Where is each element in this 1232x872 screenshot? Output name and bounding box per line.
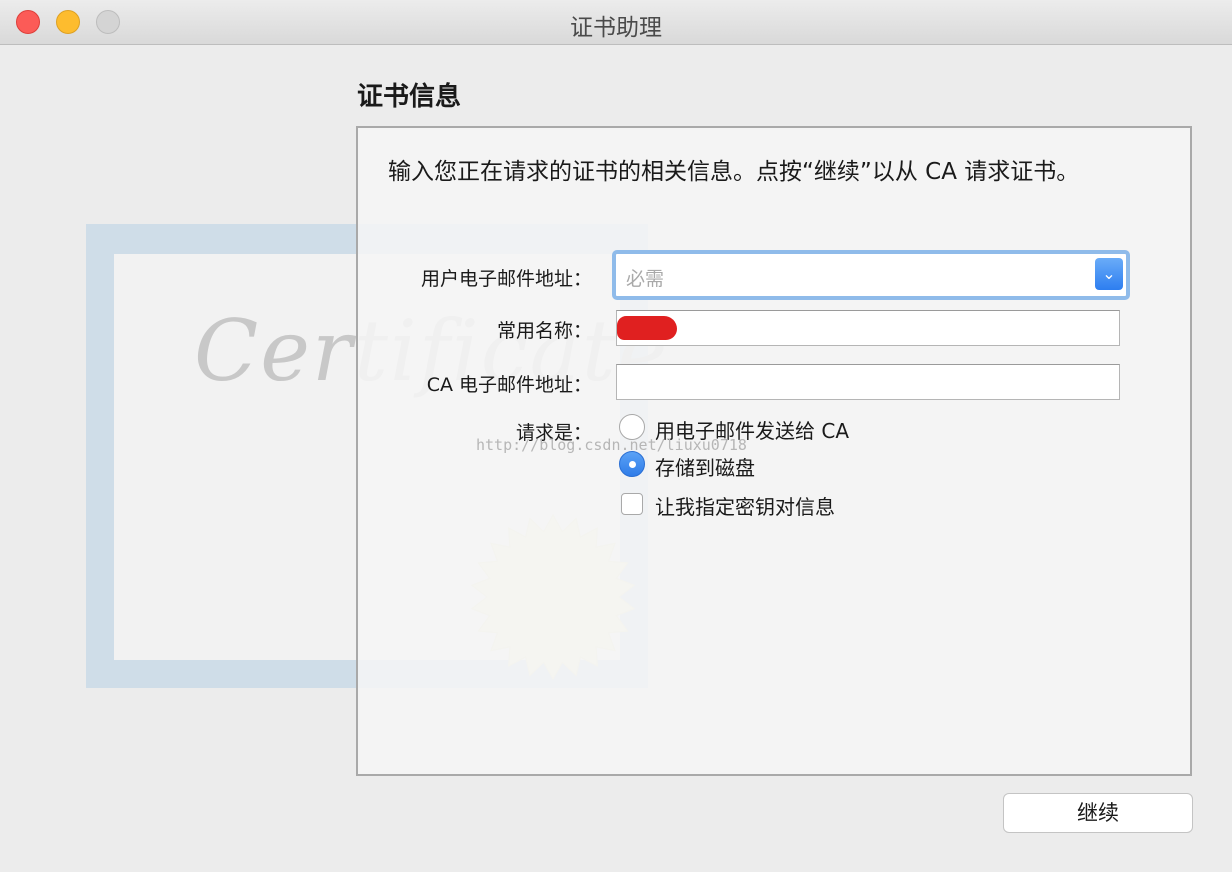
radio-save-disk[interactable] (619, 451, 645, 477)
section-title: 证书信息 (357, 82, 462, 112)
chevron-down-icon[interactable]: ⌄ (1095, 258, 1123, 290)
key-pair-checkbox[interactable] (621, 493, 643, 515)
common-name-label: 常用名称： (496, 320, 592, 342)
intro-text: 输入您正在请求的证书的相关信息。点按“继续”以从 CA 请求证书。 (388, 159, 1080, 185)
email-placeholder: 必需 (626, 268, 665, 290)
ca-email-label: CA 电子邮件地址： (426, 374, 592, 396)
email-label: 用户电子邮件地址： (420, 268, 592, 290)
key-pair-checkbox-label[interactable]: 让我指定密钥对信息 (655, 491, 835, 520)
option-save-disk-label[interactable]: 存储到磁盘 (655, 452, 755, 481)
email-combobox[interactable]: 必需 ⌄ (612, 250, 1130, 300)
redaction-mark (617, 316, 677, 340)
continue-button[interactable]: 继续 (1003, 793, 1193, 833)
window-title: 证书助理 (570, 15, 662, 41)
ca-email-field[interactable] (616, 364, 1120, 400)
title-bar[interactable]: 证书助理 (0, 0, 1232, 45)
common-name-field[interactable] (616, 310, 1120, 346)
certificate-assistant-window: 证书助理 Certificate 证书信息 输入您正在请求的证书的相关信息。点按… (0, 0, 1232, 872)
watermark-text: http://blog.csdn.net/liuxu0718 (476, 436, 747, 454)
